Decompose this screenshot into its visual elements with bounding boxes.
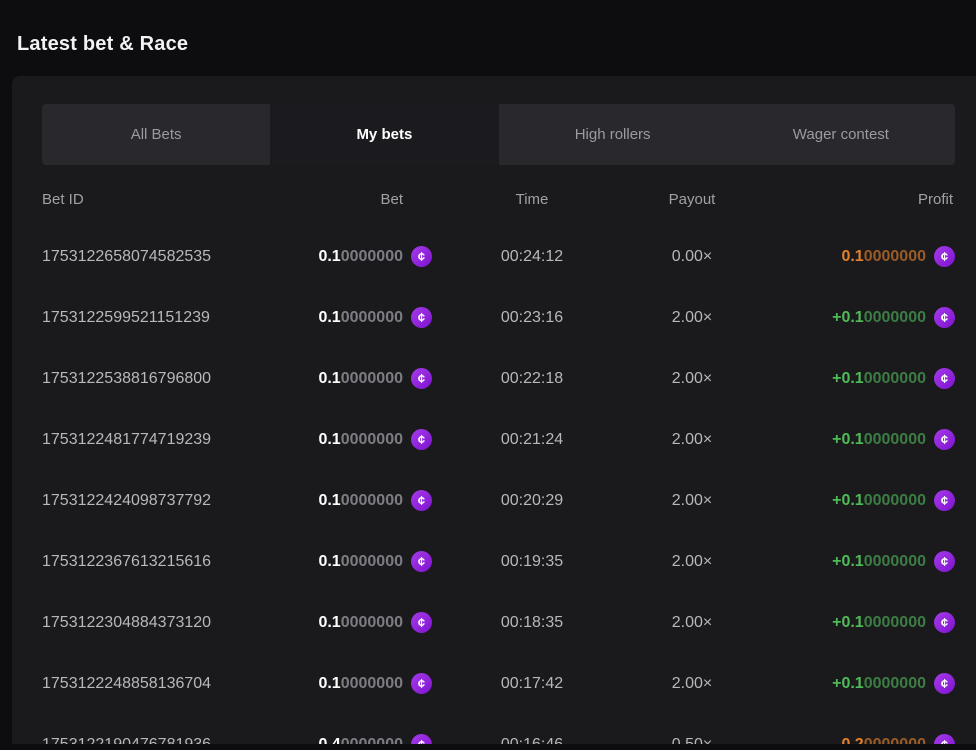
bet-id: 1753122481774719239	[42, 431, 272, 449]
bets-panel: All BetsMy betsHigh rollersWager contest…	[12, 76, 976, 744]
header-time: Time	[432, 191, 632, 208]
bet-profit: +0.10000000¢	[752, 490, 955, 511]
bet-time: 00:17:42	[432, 675, 632, 693]
bet-amount: 0.10000000¢	[272, 673, 432, 694]
table-body: 17531226580745825350.10000000¢00:24:120.…	[42, 226, 955, 744]
coin-icon: ¢	[411, 734, 432, 744]
bet-payout: 2.00×	[632, 370, 752, 388]
coin-icon: ¢	[934, 734, 955, 744]
bet-id: 1753122304884373120	[42, 614, 272, 632]
bet-payout: 0.00×	[632, 248, 752, 266]
bet-row[interactable]: 17531226580745825350.10000000¢00:24:120.…	[42, 226, 955, 287]
bet-time: 00:24:12	[432, 248, 632, 266]
bet-profit: 0.10000000¢	[752, 246, 955, 267]
bet-row[interactable]: 17531224817747192390.10000000¢00:21:242.…	[42, 409, 955, 470]
coin-icon: ¢	[411, 490, 432, 511]
bet-amount: 0.10000000¢	[272, 551, 432, 572]
bet-payout: 2.00×	[632, 675, 752, 693]
bet-row[interactable]: 17531223048843731200.10000000¢00:18:352.…	[42, 592, 955, 653]
page-title: Latest bet & Race	[0, 0, 976, 76]
bet-time: 00:19:35	[432, 553, 632, 571]
coin-icon: ¢	[934, 673, 955, 694]
tab-my-bets[interactable]: My bets	[270, 104, 498, 165]
tab-all-bets[interactable]: All Bets	[42, 104, 270, 165]
bet-amount: 0.10000000¢	[272, 368, 432, 389]
bet-id: 1753122599521151239	[42, 309, 272, 327]
coin-icon: ¢	[411, 551, 432, 572]
header-bet-id: Bet ID	[42, 191, 272, 208]
bet-time: 00:23:16	[432, 309, 632, 327]
bet-amount: 0.10000000¢	[272, 490, 432, 511]
header-bet: Bet	[272, 191, 432, 208]
bet-profit: +0.10000000¢	[752, 551, 955, 572]
bet-row[interactable]: 17531225995211512390.10000000¢00:23:162.…	[42, 287, 955, 348]
bet-profit: +0.10000000¢	[752, 368, 955, 389]
coin-icon: ¢	[934, 429, 955, 450]
bet-row[interactable]: 17531224240987377920.10000000¢00:20:292.…	[42, 470, 955, 531]
bet-amount: 0.10000000¢	[272, 612, 432, 633]
bets-table: Bet ID Bet Time Payout Profit 1753122658…	[42, 165, 955, 744]
table-header: Bet ID Bet Time Payout Profit	[42, 165, 955, 226]
coin-icon: ¢	[934, 490, 955, 511]
bet-payout: 0.50×	[632, 736, 752, 745]
bet-payout: 2.00×	[632, 309, 752, 327]
coin-icon: ¢	[411, 429, 432, 450]
bet-time: 00:16:46	[432, 736, 632, 745]
bet-id: 1753122367613215616	[42, 553, 272, 571]
bet-id: 1753122538816796800	[42, 370, 272, 388]
bet-payout: 2.00×	[632, 492, 752, 510]
coin-icon: ¢	[411, 612, 432, 633]
bet-time: 00:21:24	[432, 431, 632, 449]
coin-icon: ¢	[934, 307, 955, 328]
bet-amount: 0.10000000¢	[272, 429, 432, 450]
coin-icon: ¢	[934, 368, 955, 389]
bet-payout: 2.00×	[632, 614, 752, 632]
bet-time: 00:18:35	[432, 614, 632, 632]
header-payout: Payout	[632, 191, 752, 208]
bet-row[interactable]: 17531223676132156160.10000000¢00:19:352.…	[42, 531, 955, 592]
bet-profit: +0.10000000¢	[752, 612, 955, 633]
bet-profit: +0.10000000¢	[752, 673, 955, 694]
coin-icon: ¢	[934, 612, 955, 633]
coin-icon: ¢	[411, 246, 432, 267]
tab-bar: All BetsMy betsHigh rollersWager contest	[42, 104, 955, 165]
bet-payout: 2.00×	[632, 431, 752, 449]
coin-icon: ¢	[411, 368, 432, 389]
bet-profit: +0.10000000¢	[752, 429, 955, 450]
bet-row[interactable]: 17531225388167968000.10000000¢00:22:182.…	[42, 348, 955, 409]
bet-payout: 2.00×	[632, 553, 752, 571]
bet-id: 1753122190476781936	[42, 736, 272, 745]
header-profit: Profit	[752, 191, 955, 208]
bet-id: 1753122248858136704	[42, 675, 272, 693]
bet-row[interactable]: 17531221904767819360.40000000¢00:16:460.…	[42, 714, 955, 744]
bet-profit: 0.20000000¢	[752, 734, 955, 744]
bet-id: 1753122658074582535	[42, 248, 272, 266]
coin-icon: ¢	[934, 551, 955, 572]
bet-amount: 0.10000000¢	[272, 307, 432, 328]
bet-amount: 0.10000000¢	[272, 246, 432, 267]
coin-icon: ¢	[411, 307, 432, 328]
bet-row[interactable]: 17531222488581367040.10000000¢00:17:422.…	[42, 653, 955, 714]
coin-icon: ¢	[934, 246, 955, 267]
bet-time: 00:20:29	[432, 492, 632, 510]
bet-time: 00:22:18	[432, 370, 632, 388]
bet-id: 1753122424098737792	[42, 492, 272, 510]
tab-high-rollers[interactable]: High rollers	[499, 104, 727, 165]
bet-amount: 0.40000000¢	[272, 734, 432, 744]
coin-icon: ¢	[411, 673, 432, 694]
bet-profit: +0.10000000¢	[752, 307, 955, 328]
tab-wager-contest[interactable]: Wager contest	[727, 104, 955, 165]
